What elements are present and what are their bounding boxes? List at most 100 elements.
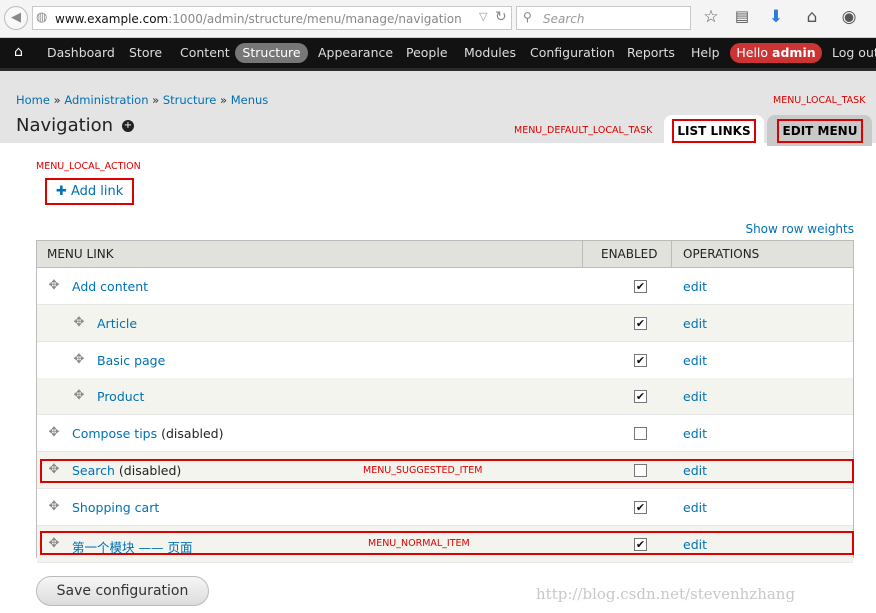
annotation-local-task: MENU_LOCAL_TASK xyxy=(773,95,866,106)
back-icon[interactable]: ◀ xyxy=(4,6,28,30)
url-path: :1000/admin/structure/menu/manage/naviga… xyxy=(168,12,462,26)
menu-link-cell: Compose tips (disabled) xyxy=(72,426,223,441)
enabled-checkbox[interactable]: ✔ xyxy=(634,390,647,404)
toolbar-store[interactable]: Store xyxy=(129,38,162,68)
admin-toolbar: ⌂ Dashboard Store Content Structure Appe… xyxy=(0,38,876,68)
edit-link[interactable]: edit xyxy=(683,389,707,404)
page-header: Home » Administration » Structure » Menu… xyxy=(0,68,876,146)
url-dropdown-icon[interactable]: ▽ xyxy=(479,10,487,23)
breadcrumb-administration[interactable]: Administration xyxy=(64,93,148,107)
enabled-checkbox[interactable]: ✔ xyxy=(634,280,647,293)
drag-handle-icon[interactable]: ✥ xyxy=(72,352,86,367)
menu-link[interactable]: Product xyxy=(97,389,144,404)
edit-link[interactable]: edit xyxy=(683,279,707,294)
annotation-local-action: MENU_LOCAL_ACTION xyxy=(36,161,141,172)
toolbar-home-icon[interactable]: ⌂ xyxy=(14,44,23,60)
menu-link-cell: Add content xyxy=(72,279,148,294)
table-header: MENU LINK ENABLED OPERATIONS xyxy=(37,241,853,268)
tab-list-links-label: LIST LINKS xyxy=(672,119,756,143)
toolbar-dashboard[interactable]: Dashboard xyxy=(47,38,115,68)
table-row: ✥ Product ✔ edit xyxy=(37,378,853,416)
address-bar[interactable]: ◍ www.example.com:1000/admin/structure/m… xyxy=(32,6,512,30)
enabled-checkbox[interactable]: ✔ xyxy=(634,500,647,514)
edit-link[interactable]: edit xyxy=(683,353,707,368)
toolbar-help[interactable]: Help xyxy=(691,38,720,68)
toolbar-configuration[interactable]: Configuration xyxy=(530,38,615,68)
add-link-label: Add link xyxy=(71,184,124,199)
toolbar-modules[interactable]: Modules xyxy=(464,38,516,68)
toolbar-logout[interactable]: Log out xyxy=(832,38,876,68)
url-text[interactable]: www.example.com:1000/admin/structure/men… xyxy=(55,12,462,26)
watermark: http://blog.csdn.net/stevenhzhang xyxy=(536,585,796,603)
globe-icon: ◍ xyxy=(36,10,48,25)
column-menu-link: MENU LINK xyxy=(47,247,114,261)
menu-link-cell: Shopping cart xyxy=(72,500,159,515)
menu-link[interactable]: Compose tips xyxy=(72,426,157,441)
reload-icon[interactable]: ↻ xyxy=(495,9,507,25)
sync-icon[interactable]: ◉ xyxy=(838,7,860,27)
tab-edit-menu-label: EDIT MENU xyxy=(777,119,863,143)
annotation-suggested-item: MENU_SUGGESTED_ITEM xyxy=(363,465,483,476)
column-enabled: ENABLED xyxy=(601,247,658,261)
disabled-note: (disabled) xyxy=(157,426,224,442)
table-row: ✥ Basic page ✔ edit xyxy=(37,341,853,379)
toolbar-reports[interactable]: Reports xyxy=(627,38,675,68)
menu-link-cell: Article xyxy=(97,316,137,331)
drag-handle-icon[interactable]: ✥ xyxy=(72,315,86,330)
clipboard-icon[interactable]: ▤ xyxy=(731,7,753,25)
show-row-weights-link[interactable]: Show row weights xyxy=(745,222,854,236)
edit-link[interactable]: edit xyxy=(683,500,707,515)
menu-link[interactable]: Basic page xyxy=(97,353,165,368)
column-divider xyxy=(582,241,583,267)
menu-link-cell: Basic page xyxy=(97,353,165,368)
drag-handle-icon[interactable]: ✥ xyxy=(47,279,61,293)
plus-icon: ✚ xyxy=(56,184,67,199)
breadcrumb-separator: » xyxy=(148,93,163,107)
table-row: ✥ Article ✔ edit xyxy=(37,304,853,342)
drag-handle-icon[interactable]: ✥ xyxy=(72,389,86,403)
browser-chrome: ◀ ◍ www.example.com:1000/admin/structure… xyxy=(0,0,876,38)
enabled-checkbox[interactable] xyxy=(634,427,647,441)
enabled-checkbox[interactable]: ✔ xyxy=(634,353,647,367)
menu-link[interactable]: Article xyxy=(97,316,137,331)
menu-link[interactable]: Shopping cart xyxy=(72,500,159,515)
menu-link[interactable]: Add content xyxy=(72,279,148,294)
breadcrumb-separator: » xyxy=(49,93,65,107)
edit-link[interactable]: edit xyxy=(683,316,707,331)
page-title: Navigation xyxy=(16,115,114,136)
breadcrumb-separator: » xyxy=(216,93,231,107)
drag-handle-icon[interactable]: ✥ xyxy=(47,499,61,514)
breadcrumb-home[interactable]: Home xyxy=(16,93,50,107)
home-icon[interactable]: ⌂ xyxy=(801,7,823,27)
breadcrumb: Home » Administration » Structure » Menu… xyxy=(16,93,268,107)
breadcrumb-menus[interactable]: Menus xyxy=(231,93,269,107)
toolbar-people[interactable]: People xyxy=(406,38,448,68)
save-configuration-button[interactable]: Save configuration xyxy=(36,576,209,606)
toolbar-content[interactable]: Content xyxy=(180,38,230,68)
search-placeholder: Search xyxy=(543,12,585,26)
tab-list-links[interactable]: LIST LINKS xyxy=(664,115,764,146)
annotation-normal-item: MENU_NORMAL_ITEM xyxy=(368,538,470,549)
breadcrumb-structure[interactable]: Structure xyxy=(163,93,217,107)
table-row: ✥ Compose tips (disabled) edit xyxy=(37,415,853,453)
download-icon[interactable]: ⬇ xyxy=(765,7,787,27)
tab-edit-menu[interactable]: EDIT MENU xyxy=(767,115,872,146)
column-divider xyxy=(671,241,672,267)
username: admin xyxy=(772,45,816,60)
menu-links-table: MENU LINK ENABLED OPERATIONS ✥ Add conten… xyxy=(36,240,854,563)
drag-handle-icon[interactable]: ✥ xyxy=(47,426,61,440)
enabled-checkbox[interactable]: ✔ xyxy=(634,316,647,330)
bookmark-star-icon[interactable]: ☆ xyxy=(700,7,722,27)
toolbar-user-greeting[interactable]: Hello admin xyxy=(730,43,822,63)
edit-link[interactable]: edit xyxy=(683,426,707,441)
toolbar-appearance[interactable]: Appearance xyxy=(318,38,393,68)
add-shortcut-icon[interactable]: + xyxy=(122,120,134,132)
toolbar-structure[interactable]: Structure xyxy=(235,43,308,63)
hello-text: Hello xyxy=(736,45,773,60)
column-operations: OPERATIONS xyxy=(683,247,760,261)
annotation-default-local-task: MENU_DEFAULT_LOCAL_TASK xyxy=(514,125,653,136)
add-link-button[interactable]: ✚ Add link xyxy=(45,178,134,205)
table-row: ✥ Shopping cart ✔ edit xyxy=(37,488,853,526)
menu-link-cell: Product xyxy=(97,389,144,404)
browser-search-input[interactable]: ⚲ Search xyxy=(516,6,691,30)
